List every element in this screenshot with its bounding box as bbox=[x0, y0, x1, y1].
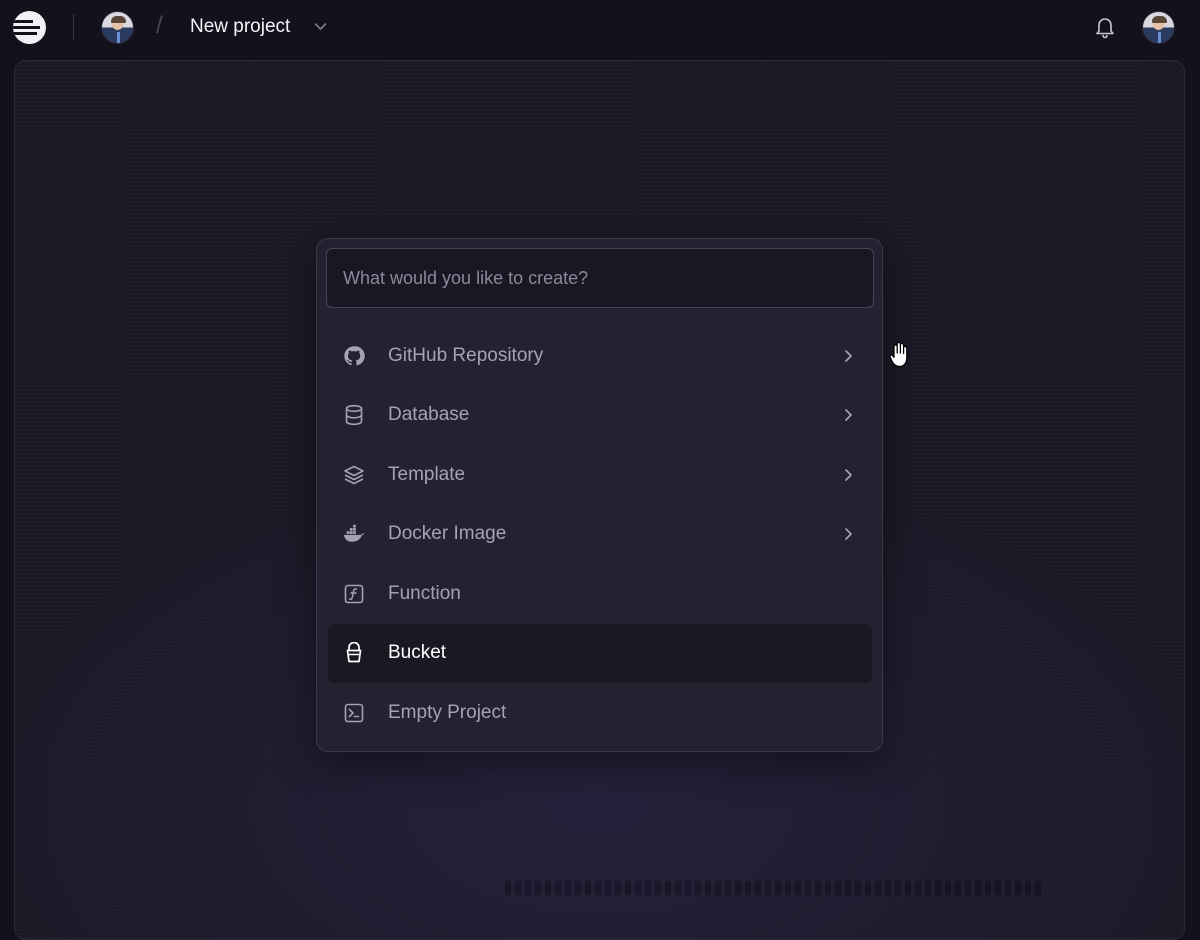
header-divider bbox=[73, 14, 74, 40]
user-avatar-icon[interactable] bbox=[101, 11, 134, 44]
option-label: Docker Image bbox=[388, 523, 507, 545]
option-database[interactable]: Database bbox=[328, 386, 872, 446]
option-label: Template bbox=[388, 463, 466, 485]
option-function[interactable]: Function bbox=[328, 564, 872, 624]
project-title[interactable]: New project bbox=[190, 16, 290, 38]
option-empty-project[interactable]: Empty Project bbox=[328, 683, 872, 743]
chevron-right-icon bbox=[845, 528, 852, 541]
create-options-list: GitHub Repository Database Template Dock… bbox=[328, 326, 872, 743]
chevron-right-icon bbox=[845, 468, 852, 481]
option-github-repository[interactable]: GitHub Repository bbox=[328, 326, 872, 386]
option-label: Database bbox=[388, 404, 470, 426]
option-bucket[interactable]: Bucket bbox=[328, 623, 872, 683]
hand-cursor-icon bbox=[889, 341, 908, 368]
docker-icon bbox=[343, 523, 365, 545]
layers-icon bbox=[343, 464, 365, 486]
bell-icon[interactable] bbox=[1094, 15, 1116, 39]
create-search-input[interactable] bbox=[326, 248, 874, 308]
terminal-icon bbox=[343, 702, 365, 724]
canvas-background-detail bbox=[505, 881, 1045, 895]
option-docker-image[interactable]: Docker Image bbox=[328, 505, 872, 565]
railway-logo-icon[interactable] bbox=[13, 11, 46, 44]
database-icon bbox=[343, 404, 365, 426]
option-label: Bucket bbox=[388, 642, 447, 664]
chevron-right-icon bbox=[845, 409, 852, 422]
top-bar: / New project bbox=[0, 0, 1200, 56]
user-avatar-icon[interactable] bbox=[1142, 11, 1175, 44]
create-command-palette: GitHub Repository Database Template Dock… bbox=[316, 238, 883, 752]
bucket-icon bbox=[343, 642, 365, 664]
option-label: Function bbox=[388, 582, 461, 604]
github-icon bbox=[343, 345, 365, 367]
chevron-down-icon[interactable] bbox=[313, 19, 328, 34]
option-label: Empty Project bbox=[388, 701, 507, 723]
option-label: GitHub Repository bbox=[388, 344, 544, 366]
breadcrumb-separator: / bbox=[156, 12, 163, 39]
chevron-right-icon bbox=[845, 349, 852, 362]
option-template[interactable]: Template bbox=[328, 445, 872, 505]
function-icon bbox=[343, 583, 365, 605]
